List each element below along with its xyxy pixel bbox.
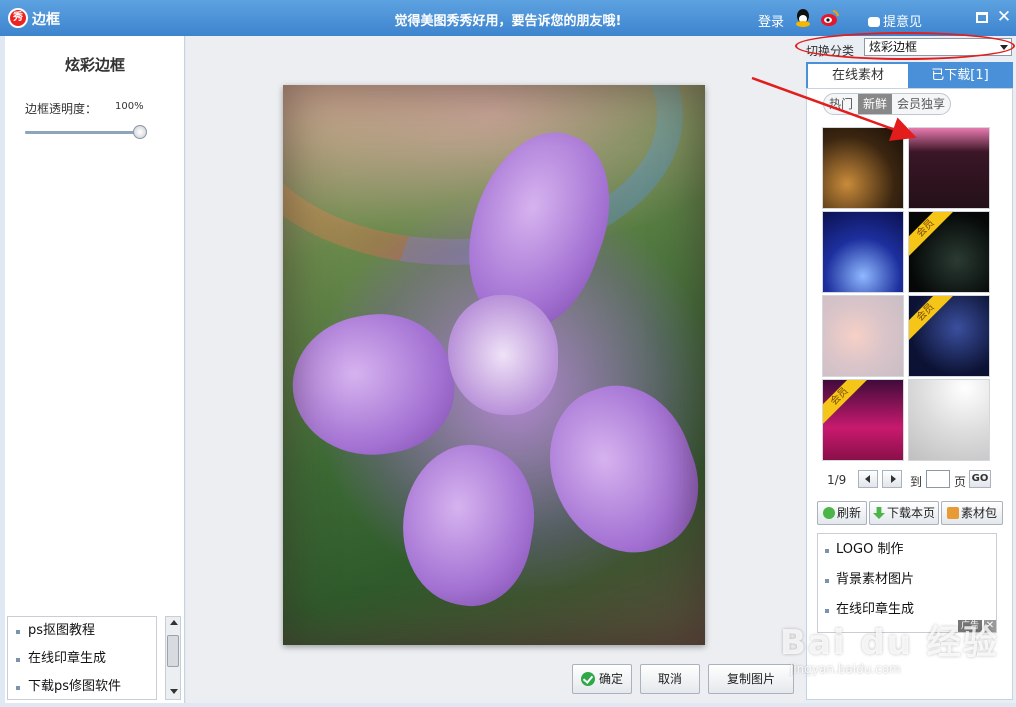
scroll-up-icon[interactable] xyxy=(170,620,178,625)
panel-title: 炫彩边框 xyxy=(64,56,125,74)
scroll-down-icon[interactable] xyxy=(170,689,178,694)
copy-image-button[interactable]: 复制图片 xyxy=(708,664,794,694)
opacity-slider[interactable] xyxy=(25,131,145,134)
opacity-slider-fill xyxy=(25,131,145,134)
refresh-icon xyxy=(822,507,835,519)
watermark-url: jingyan.baidu.com xyxy=(790,662,901,676)
title-bar: 秀 边框 觉得美图秀秀好用，要告诉您的朋友哦! 登录 提意见 ✕ xyxy=(0,0,1016,36)
feedback-link[interactable]: 提意见 xyxy=(868,11,922,30)
ad-link[interactable]: ps抠图教程 xyxy=(8,617,156,645)
baidu-watermark: Bai du 经验 xyxy=(780,623,999,663)
maximize-icon[interactable] xyxy=(976,12,988,23)
feedback-label: 提意见 xyxy=(883,15,923,30)
goto-label: 到 xyxy=(910,475,923,489)
ad-link[interactable]: 下载ps修图软件 xyxy=(8,673,156,699)
member-badge: 会员 xyxy=(909,212,956,259)
material-list: 热门 新鲜 会员独享 会员 会员 会员 1/9 到 页 GO 刷新 下载本页 素… xyxy=(806,88,1013,700)
member-badge: 会员 xyxy=(823,380,870,427)
ok-label: 确定 xyxy=(598,672,623,686)
login-link[interactable]: 登录 xyxy=(758,11,784,30)
opacity-label: 边框透明度： xyxy=(25,102,98,116)
pagination: 1/9 到 页 GO xyxy=(822,469,1002,489)
annotation-ellipse xyxy=(795,32,1015,60)
weibo-icon[interactable] xyxy=(820,8,840,28)
download-page-label: 下载本页 xyxy=(886,506,935,520)
material-pack-label: 素材包 xyxy=(960,506,997,520)
settings-panel: 炫彩边框 边框透明度： 100% ps抠图教程 在线印章生成 下载ps修图软件 xyxy=(5,36,185,703)
cancel-button[interactable]: 取消 xyxy=(640,664,700,694)
page-number-input[interactable] xyxy=(926,470,950,488)
package-icon xyxy=(946,507,959,519)
ok-button[interactable]: 确定 xyxy=(572,664,632,694)
slogan: 觉得美图秀秀好用，要告诉您的朋友哦! xyxy=(394,14,622,29)
vignette-overlay xyxy=(283,85,705,645)
member-badge: 会员 xyxy=(909,296,956,343)
preview-area: 确定 取消 复制图片 xyxy=(186,36,804,703)
prev-page-icon[interactable] xyxy=(858,470,878,488)
material-thumbnail[interactable]: 会员 xyxy=(908,211,990,293)
refresh-button[interactable]: 刷新 xyxy=(817,501,867,525)
opacity-slider-handle[interactable] xyxy=(133,125,147,139)
material-thumbnail[interactable] xyxy=(822,211,904,293)
refresh-label: 刷新 xyxy=(836,506,861,520)
ad-link[interactable]: 背景素材图片 xyxy=(818,566,996,594)
material-thumbnail[interactable] xyxy=(908,379,990,461)
page-unit-label: 页 xyxy=(954,475,967,489)
ad-scrollbar[interactable] xyxy=(165,616,181,700)
page-indicator: 1/9 xyxy=(827,473,847,487)
material-thumbnail[interactable] xyxy=(822,295,904,377)
qq-icon[interactable] xyxy=(795,8,811,28)
material-actions: 刷新 下载本页 素材包 xyxy=(817,501,1007,525)
ad-links: ps抠图教程 在线印章生成 下载ps修图软件 xyxy=(7,616,157,700)
annotation-arrow xyxy=(751,76,917,141)
material-thumbnail[interactable]: 会员 xyxy=(908,295,990,377)
scroll-thumb[interactable] xyxy=(167,635,179,667)
next-page-icon[interactable] xyxy=(882,470,902,488)
download-icon xyxy=(872,507,885,519)
close-icon[interactable]: ✕ xyxy=(996,8,1012,26)
go-button[interactable]: GO xyxy=(969,470,991,488)
ad-link[interactable]: 在线印章生成 xyxy=(8,645,156,673)
opacity-value: 100% xyxy=(115,101,144,112)
download-page-button[interactable]: 下载本页 xyxy=(869,501,939,525)
material-grid: 会员 会员 会员 xyxy=(822,127,990,463)
preview-photo xyxy=(283,85,705,645)
speech-bubble-icon xyxy=(868,17,880,27)
check-icon xyxy=(580,672,595,686)
ad-link[interactable]: LOGO 制作 xyxy=(818,536,996,564)
material-thumbnail[interactable]: 会员 xyxy=(822,379,904,461)
material-pack-button[interactable]: 素材包 xyxy=(941,501,1003,525)
